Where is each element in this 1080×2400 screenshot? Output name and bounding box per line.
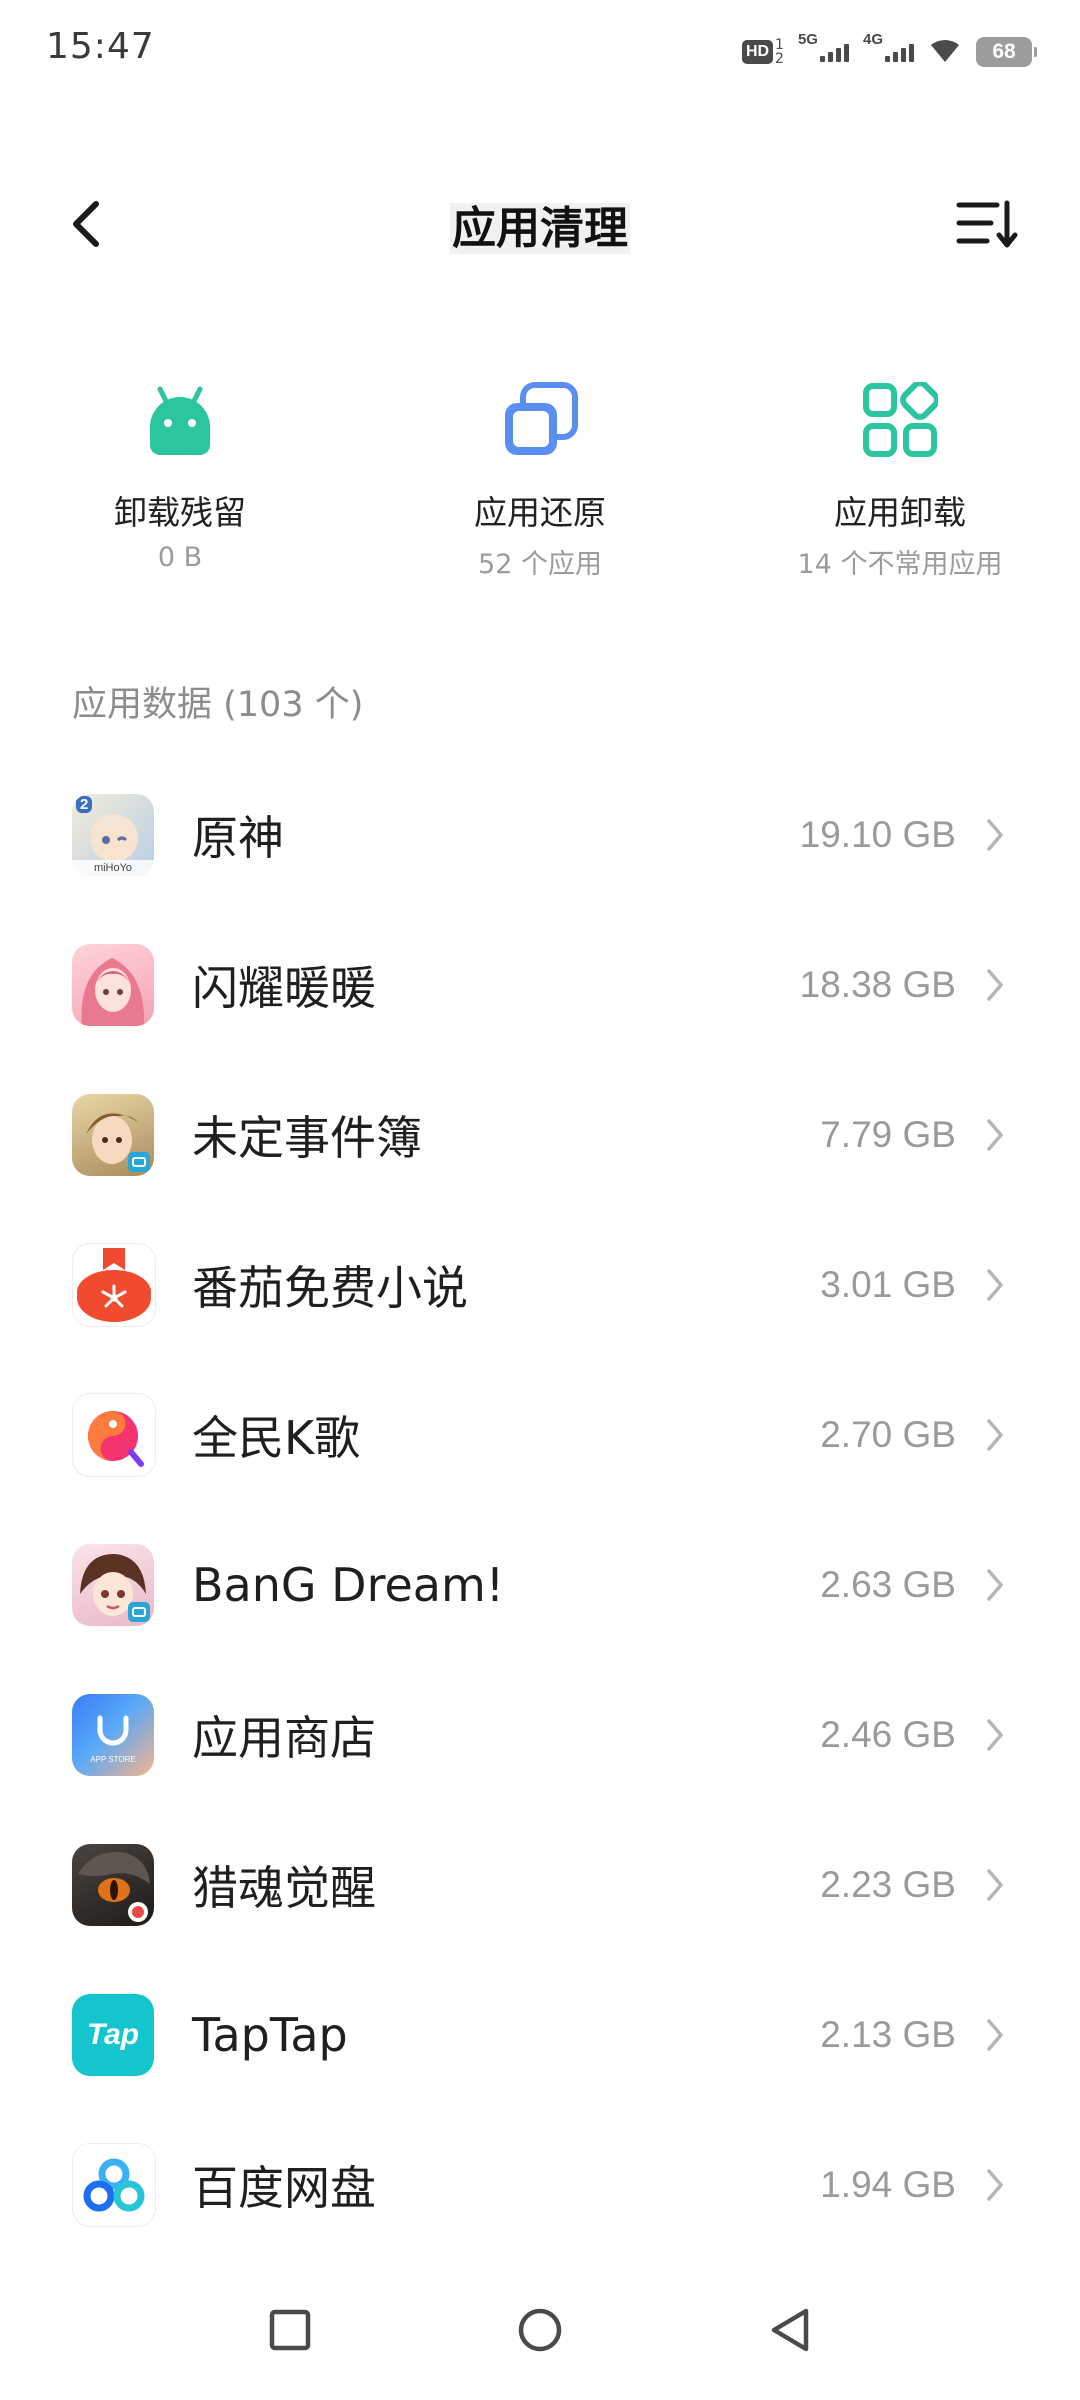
app-row-tears-of-themis[interactable]: 未定事件簿 7.79 GB: [0, 1060, 1080, 1210]
app-row-taptap[interactable]: Tap TapTap 2.13 GB: [0, 1960, 1080, 2110]
shortcut-subtitle: 52 个应用: [478, 549, 602, 580]
genshin-badge: 2: [76, 796, 93, 813]
battery-icon: 68: [976, 37, 1037, 67]
app-size: 19.10 GB: [799, 814, 956, 855]
app-name: 番茄免费小说: [192, 1261, 468, 1315]
app-size: 2.23 GB: [820, 1864, 956, 1905]
app-size: 2.70 GB: [820, 1414, 956, 1455]
wesing-app-icon: [72, 1393, 156, 1477]
chevron-right-icon: [980, 1865, 1010, 1905]
chevron-right-icon: [980, 1565, 1010, 1605]
app-name: 猎魂觉醒: [192, 1861, 376, 1915]
app-row-genshin[interactable]: 2 miHoYo 原神 19.10 GB: [0, 760, 1080, 910]
app-store-app-icon: APP STORE: [72, 1694, 154, 1776]
hd-label: HD: [741, 40, 774, 64]
app-list: 2 miHoYo 原神 19.10 GB 闪耀暖暖 18.38 GB 未定事件簿…: [0, 760, 1080, 2260]
app-row-baidu-netdisk[interactable]: 百度网盘 1.94 GB: [0, 2110, 1080, 2260]
net2-label: 4G: [862, 31, 883, 48]
hd-sub-top: 1: [775, 37, 784, 53]
shortcut-app-uninstall[interactable]: 应用卸载 14 个不常用应用: [720, 380, 1080, 590]
shortcut-app-restore[interactable]: 应用还原 52 个应用: [360, 380, 720, 590]
page-title-text: 应用清理: [450, 203, 630, 254]
chevron-right-icon: [980, 1715, 1010, 1755]
copy-icon: [500, 380, 580, 460]
app-row-monster-hunter[interactable]: 猎魂觉醒 2.23 GB: [0, 1810, 1080, 1960]
chevron-right-icon: [980, 2015, 1010, 2055]
app-size: 1.94 GB: [820, 2164, 956, 2205]
shortcut-title: 卸载残留: [114, 493, 246, 532]
triangle-back-icon: [771, 2308, 809, 2352]
chevron-right-icon: [980, 965, 1010, 1005]
app-row-app-store[interactable]: APP STORE 应用商店 2.46 GB: [0, 1660, 1080, 1810]
app-name: 闪耀暖暖: [192, 961, 376, 1015]
taptap-app-icon: Tap: [72, 1994, 154, 2076]
app-size: 7.79 GB: [820, 1114, 956, 1155]
shortcut-subtitle: 0 B: [157, 542, 203, 573]
bang-dream-app-icon: [72, 1544, 154, 1626]
signal-4g-icon: 4G: [863, 31, 914, 62]
apps-grid-icon: [860, 380, 940, 460]
status-icons: HD 1 2 5G 4G 68: [741, 30, 1037, 74]
chevron-right-icon: [980, 2165, 1010, 2205]
circle-icon: [518, 2308, 562, 2352]
app-name: 未定事件簿: [192, 1111, 422, 1165]
genshin-brand: miHoYo: [93, 862, 133, 874]
android-icon: [140, 380, 220, 460]
sort-button[interactable]: [952, 194, 1022, 254]
net1-label: 5G: [797, 31, 818, 48]
app-size: 2.63 GB: [820, 1564, 956, 1605]
app-name: BanG Dream!: [192, 1558, 505, 1612]
shortcut-row: 卸载残留 0 B 应用还原 52 个应用 应用卸载 14 个不常用应用: [0, 380, 1080, 590]
app-row-tomato-novel[interactable]: 番茄免费小说 3.01 GB: [0, 1210, 1080, 1360]
app-size: 18.38 GB: [799, 964, 956, 1005]
shortcut-title: 应用卸载: [834, 493, 966, 532]
baidu-netdisk-app-icon: [72, 2143, 156, 2227]
shortcut-title: 应用还原: [474, 493, 606, 532]
chevron-right-icon: [980, 1265, 1010, 1305]
top-app-bar: 应用清理: [0, 170, 1080, 280]
recents-button[interactable]: [260, 2300, 320, 2360]
app-name: 应用商店: [192, 1711, 376, 1765]
hd-sub: 1 2: [775, 38, 784, 66]
app-size: 2.13 GB: [820, 2014, 956, 2055]
home-button[interactable]: [510, 2300, 570, 2360]
chevron-right-icon: [980, 815, 1010, 855]
taptap-label: Tap: [86, 2018, 140, 2051]
app-store-label: APP STORE: [90, 1755, 136, 1764]
back-nav-button[interactable]: [760, 2300, 820, 2360]
app-row-bang-dream[interactable]: BanG Dream! 2.63 GB: [0, 1510, 1080, 1660]
app-size: 2.46 GB: [820, 1714, 956, 1755]
status-time: 15:47: [46, 26, 155, 67]
page-title: 应用清理: [0, 192, 1080, 256]
signal-5g-icon: 5G: [798, 31, 849, 62]
chevron-right-icon: [980, 1415, 1010, 1455]
app-row-wesing[interactable]: 全民K歌 2.70 GB: [0, 1360, 1080, 1510]
app-name: 百度网盘: [192, 2161, 376, 2215]
shortcut-subtitle: 14 个不常用应用: [797, 549, 1003, 580]
section-header: 应用数据 (103 个): [72, 685, 364, 725]
app-name: 原神: [192, 811, 284, 865]
sort-icon: [956, 200, 1018, 248]
app-row-shining-nikki[interactable]: 闪耀暖暖 18.38 GB: [0, 910, 1080, 1060]
genshin-app-icon: 2 miHoYo: [72, 794, 154, 876]
hd-sub-bottom: 2: [775, 51, 784, 67]
tears-of-themis-app-icon: [72, 1094, 154, 1176]
wifi-icon: [928, 36, 962, 68]
shortcut-uninstall-residue[interactable]: 卸载残留 0 B: [0, 380, 360, 590]
monster-hunter-app-icon: [72, 1844, 154, 1926]
tomato-novel-app-icon: [72, 1243, 156, 1327]
hd-voice-icon: HD 1 2: [741, 38, 784, 66]
chevron-right-icon: [980, 1115, 1010, 1155]
app-size: 3.01 GB: [820, 1264, 956, 1305]
shining-nikki-app-icon: [72, 944, 154, 1026]
app-name: TapTap: [192, 2008, 348, 2062]
app-name: 全民K歌: [192, 1411, 361, 1465]
system-nav-bar: [0, 2260, 1080, 2400]
status-bar: 15:47 HD 1 2 5G 4G 68: [0, 0, 1080, 100]
square-icon: [269, 2309, 311, 2351]
